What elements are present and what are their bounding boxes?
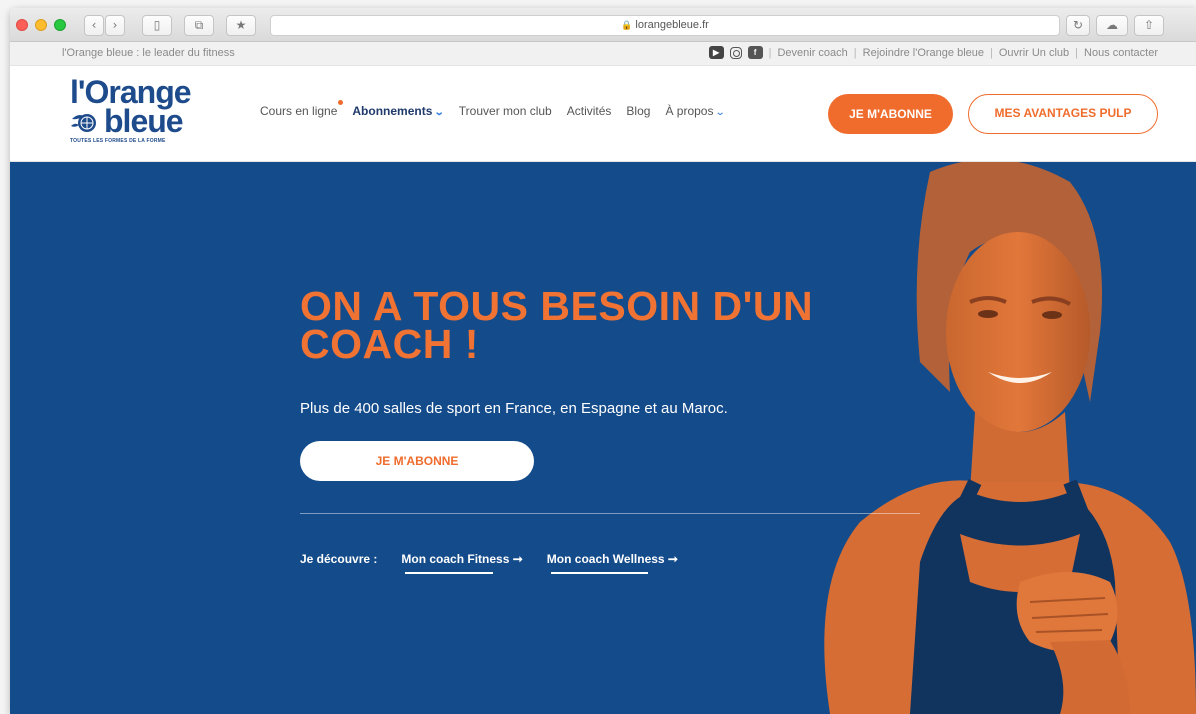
notification-dot — [338, 100, 344, 105]
nav-item-abonnements[interactable]: Abonnements ⌄ — [352, 104, 446, 118]
tabs-icon: ⧉ — [194, 18, 204, 32]
orange-fruit-icon — [71, 114, 96, 132]
address-bar[interactable]: 🔒 lorangebleue.fr — [270, 15, 1060, 36]
subscribe-button[interactable]: JE M'ABONNE — [828, 94, 953, 134]
pulp-advantages-button[interactable]: MES AVANTAGES PULP — [968, 94, 1158, 134]
logo-line2: bleue — [104, 103, 184, 139]
nav-item-label: Cours en ligne — [260, 104, 338, 118]
logo-line1: l'Orange — [70, 74, 192, 110]
site-header: l'Orange bleue TOUTES LES FORMES DE LA F… — [10, 66, 1196, 162]
discover-links: Je découvre : Mon coach Fitness ➞ Mon co… — [300, 552, 678, 574]
utility-bar: l'Orange bleue : le leader du fitness ▶ … — [10, 42, 1196, 66]
coach-woman-photo — [824, 162, 1196, 714]
nav-item-label: Activités — [566, 104, 612, 118]
site-tagline: l'Orange bleue : le leader du fitness — [62, 47, 235, 59]
nav-item-activites[interactable]: Activités — [567, 104, 612, 118]
reload-icon: ↻ — [1072, 18, 1084, 32]
bookmarks-button[interactable]: ★ — [226, 15, 256, 36]
browser-toolbar: ‹ › ▯ ⧉ ★ 🔒 lorangebleue.fr ↻ ☁ ⇧ — [10, 8, 1196, 42]
nav-item-label: Abonnements — [352, 104, 433, 118]
nav-item-label: Trouver mon club — [458, 104, 552, 118]
link-coach-fitness[interactable]: Mon coach Fitness ➞ — [401, 552, 523, 574]
separator: | — [1075, 46, 1079, 59]
nav-item-a-propos[interactable]: À propos ⌄ — [665, 104, 727, 118]
nav-item-blog[interactable]: Blog — [626, 104, 650, 118]
link-nous-contacter[interactable]: Nous contacter — [1084, 47, 1158, 59]
nav-item-label: Blog — [626, 104, 651, 118]
hero-title: ON A TOUS BESOIN D'UN COACH ! — [300, 283, 814, 367]
link-devenir-coach[interactable]: Devenir coach — [777, 47, 847, 59]
sidebar-icon: ▯ — [153, 18, 161, 32]
share-button[interactable]: ⇧ — [1134, 15, 1164, 36]
nav-item-cours-en-ligne[interactable]: Cours en ligne — [260, 100, 344, 118]
logo-line2-wrap: bleue — [70, 103, 210, 139]
chevron-down-icon: ⌄ — [715, 107, 727, 118]
discover-label: Je découvre : — [300, 552, 378, 566]
url-text: lorangebleue.fr — [635, 19, 709, 31]
separator: | — [990, 46, 993, 59]
facebook-icon[interactable]: f — [747, 46, 763, 59]
link-coach-wellness[interactable]: Mon coach Wellness ➞ — [547, 552, 678, 574]
zoom-window-button[interactable] — [54, 19, 66, 31]
chevron-left-icon: ‹ — [91, 18, 97, 32]
close-window-button[interactable] — [16, 19, 28, 31]
instagram-icon[interactable] — [729, 46, 742, 59]
youtube-icon[interactable]: ▶ — [708, 46, 724, 59]
back-button[interactable]: ‹ — [84, 15, 104, 36]
nav-item-label: À propos — [665, 104, 714, 118]
cloud-icon: ☁ — [1106, 18, 1118, 32]
tabs-overview-button[interactable]: ⧉ — [184, 15, 214, 36]
sidebar-toggle-button[interactable]: ▯ — [142, 15, 172, 36]
chevron-down-icon: ⌄ — [434, 107, 446, 118]
link-rejoindre[interactable]: Rejoindre l'Orange bleue — [863, 47, 984, 59]
share-icon: ⇧ — [1143, 18, 1155, 32]
nav-item-trouver-mon-club[interactable]: Trouver mon club — [459, 104, 552, 118]
hero-subscribe-button[interactable]: JE M'ABONNE — [300, 441, 534, 481]
minimize-window-button[interactable] — [35, 19, 47, 31]
hero-section: ON A TOUS BESOIN D'UN COACH ! Plus de 40… — [10, 162, 1196, 714]
star-icon: ★ — [235, 18, 247, 32]
forward-button[interactable]: › — [105, 15, 125, 36]
hero-divider — [300, 513, 920, 514]
separator: | — [853, 46, 857, 59]
hero-subtitle: Plus de 400 salles de sport en France, e… — [300, 400, 728, 417]
browser-window: ‹ › ▯ ⧉ ★ 🔒 lorangebleue.fr ↻ ☁ ⇧ l'Orang… — [10, 8, 1196, 714]
main-nav: Cours en ligne Abonnements ⌄ Trouver mon … — [260, 100, 740, 118]
site-logo[interactable]: l'Orange bleue TOUTES LES FORMES DE LA F… — [70, 74, 210, 144]
reload-button[interactable]: ↻ — [1066, 15, 1090, 36]
separator: | — [768, 46, 772, 59]
link-ouvrir-club[interactable]: Ouvrir Un club — [999, 47, 1069, 59]
lock-icon: 🔒 — [621, 20, 633, 30]
chevron-right-icon: › — [112, 18, 118, 32]
utility-links: ▶ f | Devenir coach | Rejoindre l'Orange… — [708, 46, 1158, 59]
icloud-button[interactable]: ☁ — [1096, 15, 1128, 36]
